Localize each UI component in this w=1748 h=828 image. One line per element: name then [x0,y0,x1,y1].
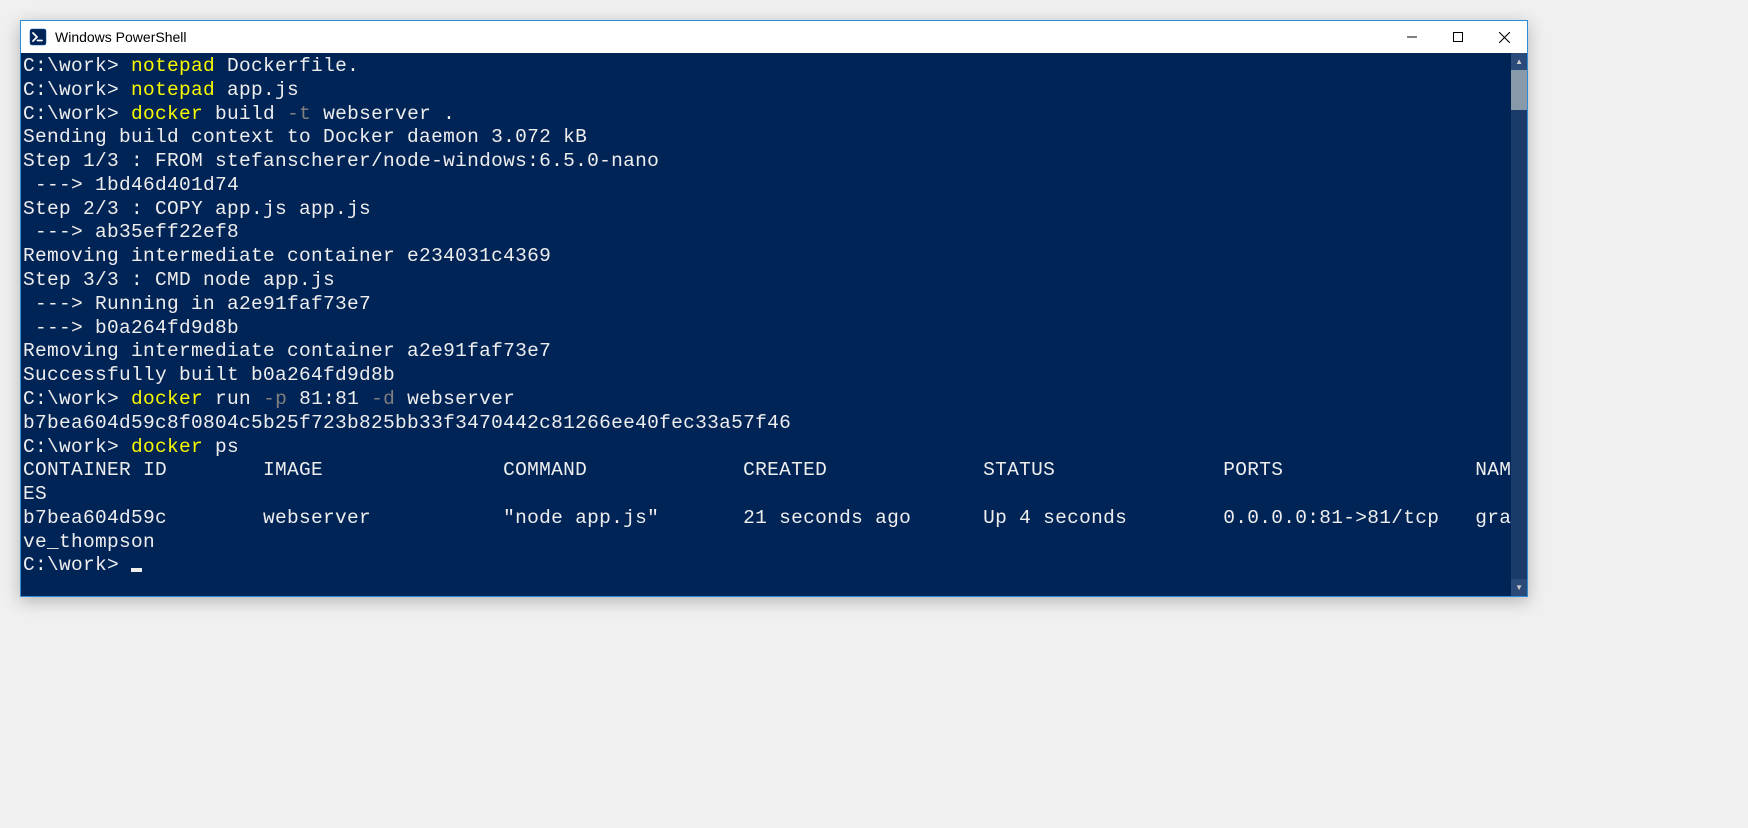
terminal-output-line: ---> b0a264fd9d8b [23,317,1511,341]
titlebar[interactable]: Windows PowerShell [21,21,1527,53]
scroll-down-button[interactable]: ▼ [1511,579,1527,596]
powershell-window: Windows PowerShell C:\work> notepad Dock… [20,20,1528,597]
vertical-scrollbar[interactable]: ▲ ▼ [1511,53,1527,596]
terminal-command-line: C:\work> docker build -t webserver . [23,103,1511,127]
terminal-output-line: ---> 1bd46d401d74 [23,174,1511,198]
terminal-command-line: C:\work> notepad app.js [23,79,1511,103]
terminal-output-line: b7bea604d59c webserver "node app.js" 21 … [23,507,1511,531]
terminal-output-line: CONTAINER ID IMAGE COMMAND CREATED STATU… [23,459,1511,483]
terminal-output-line: ve_thompson [23,531,1511,555]
terminal-output-line: ---> ab35eff22ef8 [23,221,1511,245]
terminal-command-line: C:\work> docker ps [23,436,1511,460]
terminal-output-line: Removing intermediate container e234031c… [23,245,1511,269]
terminal-output-line: Sending build context to Docker daemon 3… [23,126,1511,150]
window-title: Windows PowerShell [55,29,1389,45]
maximize-button[interactable] [1435,21,1481,53]
terminal-command-line: C:\work> [23,554,1511,578]
terminal-output-line: Successfully built b0a264fd9d8b [23,364,1511,388]
close-button[interactable] [1481,21,1527,53]
window-controls [1389,21,1527,53]
terminal-command-line: C:\work> docker run -p 81:81 -d webserve… [23,388,1511,412]
terminal-output-line: Removing intermediate container a2e91faf… [23,340,1511,364]
terminal-cursor [131,568,142,572]
terminal-output-line: Step 3/3 : CMD node app.js [23,269,1511,293]
terminal-command-line: C:\work> notepad Dockerfile. [23,55,1511,79]
terminal-output-line: ES [23,483,1511,507]
powershell-icon [29,28,47,46]
scroll-thumb[interactable] [1511,70,1527,110]
terminal-output[interactable]: C:\work> notepad Dockerfile.C:\work> not… [21,53,1511,596]
terminal-output-line: ---> Running in a2e91faf73e7 [23,293,1511,317]
terminal-output-line: b7bea604d59c8f0804c5b25f723b825bb33f3470… [23,412,1511,436]
minimize-button[interactable] [1389,21,1435,53]
terminal-client-area: C:\work> notepad Dockerfile.C:\work> not… [21,53,1527,596]
terminal-output-line: Step 2/3 : COPY app.js app.js [23,198,1511,222]
scroll-up-button[interactable]: ▲ [1511,53,1527,70]
terminal-output-line: Step 1/3 : FROM stefanscherer/node-windo… [23,150,1511,174]
